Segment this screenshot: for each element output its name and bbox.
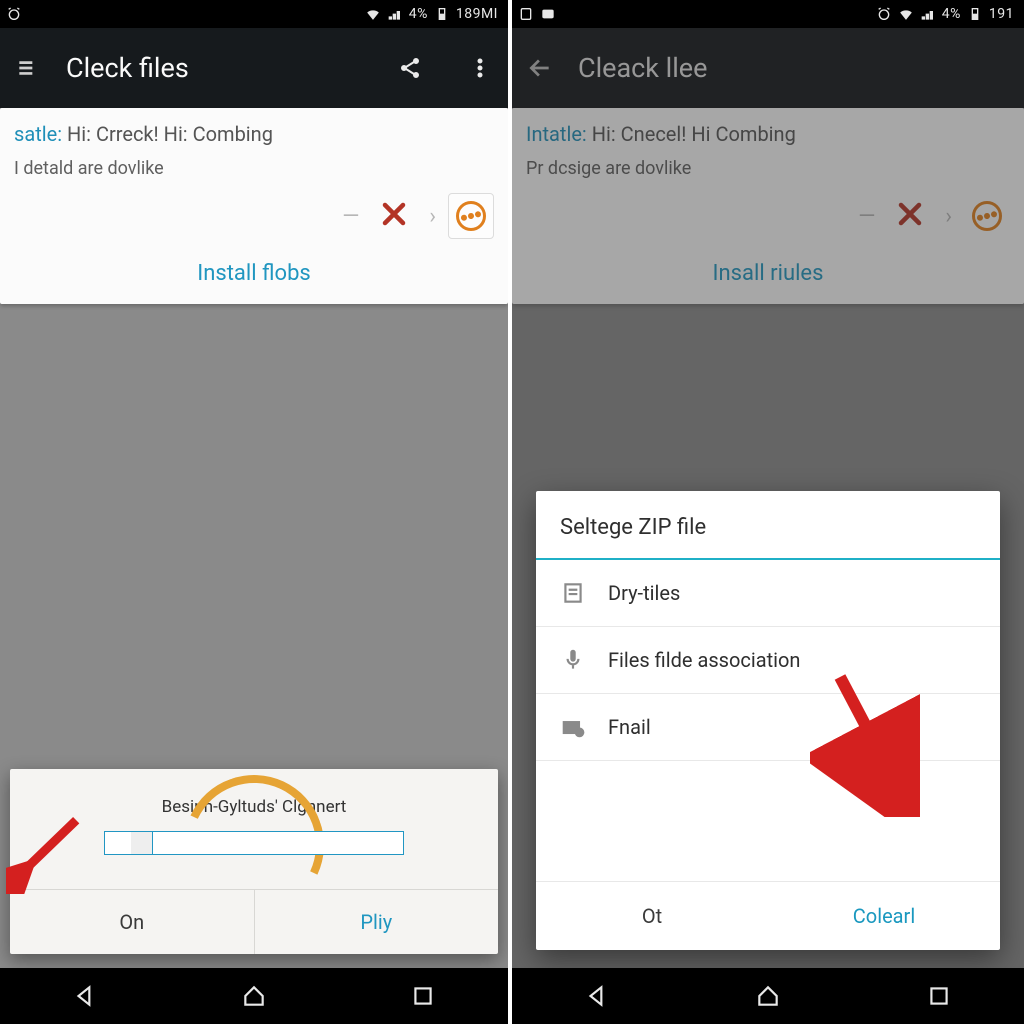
status-time: 189MI (456, 6, 498, 22)
wifi-icon (365, 6, 381, 22)
target-icon[interactable] (964, 193, 1010, 239)
card-icon (518, 6, 534, 22)
android-nav-bar (0, 968, 508, 1024)
folder-icon (560, 714, 586, 740)
share-icon[interactable] (396, 54, 424, 82)
list-item-label: Fnail (608, 715, 651, 739)
status-time: 191 (989, 6, 1014, 22)
signal-icon (920, 6, 936, 22)
android-nav-bar (512, 968, 1024, 1024)
back-arrow-icon[interactable] (526, 54, 554, 82)
card-subtitle: Pr dcsige are dovlike (512, 148, 1024, 187)
right-screenshot: 4% 191 Cleack llee Intatle: Hi: Cnecel! … (512, 0, 1024, 1024)
battery-percent: 4% (942, 6, 961, 22)
chevron-right-icon: › (429, 204, 436, 229)
mic-icon (560, 647, 586, 673)
dash-icon: — (342, 204, 359, 229)
card-title-key: satle: (14, 122, 62, 146)
status-bar: 4% 189MI (0, 0, 508, 28)
overflow-icon[interactable] (466, 54, 494, 82)
nav-home-icon[interactable] (753, 981, 783, 1011)
wifi-icon (898, 6, 914, 22)
chevron-right-icon: › (945, 204, 952, 229)
dash-icon: — (858, 204, 875, 229)
info-card: Intatle: Hi: Cnecel! Hi Combing Pr dcsig… (512, 108, 1024, 304)
appbar-title: Cleack llee (578, 52, 707, 84)
battery-percent: 4% (409, 6, 428, 22)
list-item-label: Dry-tiles (608, 581, 680, 605)
list-item-label: Files filde association (608, 648, 800, 672)
nav-recents-icon[interactable] (924, 981, 954, 1011)
install-link[interactable]: Install flobs (0, 243, 508, 294)
close-x-icon[interactable] (887, 193, 933, 239)
progress-bar[interactable] (104, 831, 404, 855)
card-title-rest: Hi: Cnecel! Hi Combing (587, 122, 796, 146)
hamburger-back-icon[interactable] (14, 54, 42, 82)
nav-back-icon[interactable] (70, 981, 100, 1011)
card-title-key: Intatle: (526, 122, 587, 146)
target-chip[interactable] (448, 193, 494, 239)
dialog-ot-button[interactable]: Ot (536, 882, 768, 950)
nav-home-icon[interactable] (239, 981, 269, 1011)
install-link[interactable]: Insall riules (512, 243, 1024, 294)
badge-icon (540, 6, 556, 22)
status-bar: 4% 191 (512, 0, 1024, 28)
left-screenshot: 4% 189MI Cleck files satle: Hi: Crreck! … (0, 0, 512, 1024)
select-zip-dialog: Seltege ZIP file Dry-tiles Files filde a… (536, 491, 1000, 950)
list-item[interactable]: Files filde association (536, 627, 1000, 694)
card-title-line: satle: Hi: Crreck! Hi: Combing (0, 108, 508, 148)
card-title-line: Intatle: Hi: Cnecel! Hi Combing (512, 108, 1024, 148)
app-bar: Cleck files (0, 28, 508, 108)
notes-icon (560, 580, 586, 606)
nav-recents-icon[interactable] (408, 981, 438, 1011)
info-card: satle: Hi: Crreck! Hi: Combing I detald … (0, 108, 508, 304)
alarm-icon (876, 6, 892, 22)
dialog-title: Seltege ZIP file (536, 491, 1000, 560)
signal-icon (387, 6, 403, 22)
app-bar: Cleack llee (512, 28, 1024, 108)
dialog-clear-button[interactable]: Colearl (768, 882, 1000, 950)
battery-icon (434, 6, 450, 22)
nav-back-icon[interactable] (582, 981, 612, 1011)
list-item[interactable]: Dry-tiles (536, 560, 1000, 627)
appbar-title: Cleck files (66, 52, 189, 84)
close-x-icon[interactable] (371, 193, 417, 239)
card-title-rest: Hi: Crreck! Hi: Combing (62, 122, 273, 146)
annotation-arrow-icon (810, 667, 920, 821)
alarm-icon (6, 6, 22, 22)
battery-icon (967, 6, 983, 22)
list-item[interactable]: Fnail (536, 694, 1000, 761)
card-subtitle: I detald are dovlike (0, 148, 508, 187)
